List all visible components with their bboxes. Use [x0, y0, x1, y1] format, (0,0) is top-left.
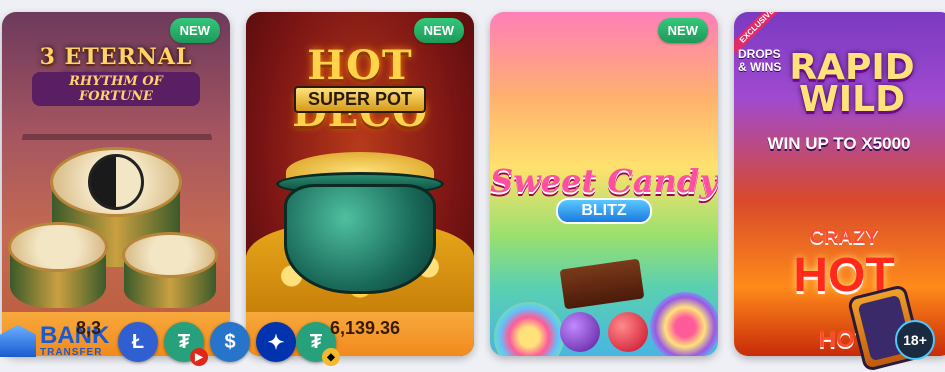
game-art: EXCLUSIVE DROPS & WINS RAPID WILD WIN UP… [734, 12, 945, 356]
drum-top [8, 222, 108, 272]
game-card-hot-deco[interactable]: HOT DECO SUPER POT NEW [246, 12, 474, 356]
tether-tron-icon: ₮ ▶ [164, 322, 208, 366]
game-subtitle: BLITZ [556, 198, 652, 224]
chocolate-bar-icon [559, 258, 645, 310]
drum-top [122, 232, 218, 278]
game-row: 3 ETERNAL DRUMS: RHYTHM OF FORTUNE NEW H… [0, 0, 945, 370]
yin-yang-icon [88, 154, 144, 210]
game-card-rapid-wild[interactable]: EXCLUSIVE DROPS & WINS RAPID WILD WIN UP… [734, 12, 945, 356]
age-restriction-badge: 18+ [895, 320, 935, 360]
payment-methods-bar: BANK TRANSFER 8,3 Ł ₮ ▶ $ ✦ ₮ ◆ 6,139.36 [0, 318, 945, 366]
usdc-icon: $ [210, 322, 250, 362]
game-art: Sweet Candy BLITZ [490, 12, 718, 356]
game-subtitle: RHYTHM OF FORTUNE [32, 72, 200, 106]
cardano-icon: ✦ [256, 322, 296, 362]
game-title: Sweet Candy [490, 162, 718, 200]
new-badge: NEW [657, 18, 708, 43]
game-card-sweet-candy[interactable]: Sweet Candy BLITZ NEW [490, 12, 718, 356]
pot-of-gold-icon [284, 184, 436, 294]
game-subtitle: SUPER POT [294, 86, 426, 113]
litecoin-icon: Ł [118, 322, 158, 362]
pagoda-silhouette [22, 100, 212, 140]
tron-badge-icon: ▶ [190, 348, 208, 366]
crazy-label: CRAZY [809, 226, 879, 248]
jackpot-amount: 6,139.36 [330, 318, 401, 338]
new-badge: NEW [413, 18, 464, 43]
win-up-to-label: WIN UP TO X5000 [767, 134, 911, 153]
transfer-label: TRANSFER [40, 347, 103, 358]
game-art: 3 ETERNAL DRUMS: RHYTHM OF FORTUNE [2, 12, 230, 356]
jackpot-amount-partial: 8,3 [76, 318, 102, 338]
bnb-badge-icon: ◆ [322, 348, 340, 366]
game-card-eternal-drums[interactable]: 3 ETERNAL DRUMS: RHYTHM OF FORTUNE NEW [2, 12, 230, 356]
bank-icon [0, 325, 36, 357]
game-art: HOT DECO SUPER POT [246, 12, 474, 356]
new-badge: NEW [169, 18, 220, 43]
game-title: RAPID WILD [789, 47, 915, 120]
